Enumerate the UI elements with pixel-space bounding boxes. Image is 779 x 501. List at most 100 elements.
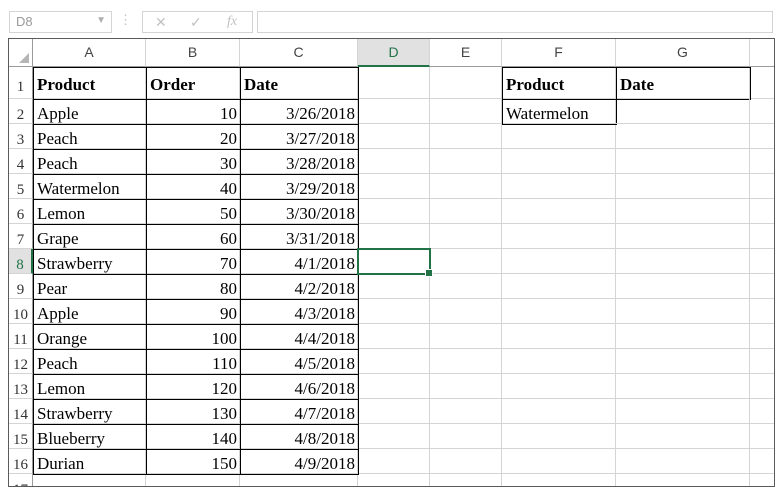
grid-cell[interactable] [358, 324, 430, 349]
grid-cell[interactable] [430, 174, 502, 199]
column-header-g[interactable]: G [616, 39, 750, 67]
enter-icon[interactable]: ✓ [190, 14, 202, 31]
grid-cell[interactable] [750, 474, 774, 486]
grid-cell[interactable] [240, 474, 358, 486]
grid-cell[interactable] [358, 224, 430, 249]
grid-cell[interactable] [33, 474, 146, 486]
grid-cell[interactable] [750, 324, 774, 349]
date-cell[interactable]: 4/2/2018 [240, 274, 359, 300]
grid-cell[interactable] [750, 149, 774, 174]
grid-cell[interactable] [750, 374, 774, 399]
row-header-14[interactable]: 14 [9, 399, 33, 424]
row-header-6[interactable]: 6 [9, 199, 33, 224]
order-cell[interactable]: 130 [146, 399, 241, 425]
row-header-5[interactable]: 5 [9, 174, 33, 199]
grid-cell[interactable] [358, 199, 430, 224]
product-cell[interactable]: Watermelon [33, 174, 147, 200]
grid-cell[interactable] [358, 99, 430, 124]
grid-cell[interactable] [502, 374, 616, 399]
grid-cell[interactable] [750, 349, 774, 374]
grid-cell[interactable] [502, 224, 616, 249]
cancel-icon[interactable]: ✕ [155, 14, 167, 31]
date-cell[interactable]: 3/29/2018 [240, 174, 359, 200]
lookup-value-cell[interactable]: Watermelon [502, 99, 617, 125]
grid-cell[interactable] [502, 449, 616, 474]
grid-cell[interactable] [616, 349, 750, 374]
grid-cell[interactable] [430, 349, 502, 374]
column-header-d[interactable]: D [358, 39, 430, 67]
order-cell[interactable]: 120 [146, 374, 241, 400]
row-header-17[interactable]: 17 [9, 474, 33, 486]
date-cell[interactable]: 4/7/2018 [240, 399, 359, 425]
grid-cell[interactable] [430, 449, 502, 474]
grid-cell[interactable] [502, 299, 616, 324]
order-cell[interactable]: 150 [146, 449, 241, 475]
date-cell[interactable]: 4/1/2018 [240, 249, 359, 275]
grid-cell[interactable] [616, 449, 750, 474]
grid-cell[interactable] [430, 99, 502, 124]
lookup-header-product[interactable]: Product [502, 67, 617, 100]
select-all-corner[interactable] [9, 39, 33, 67]
grid-cell[interactable] [750, 299, 774, 324]
column-header-a[interactable]: A [33, 39, 146, 67]
grid-cell[interactable] [502, 324, 616, 349]
grid-cell[interactable] [616, 299, 750, 324]
product-cell[interactable]: Lemon [33, 199, 147, 225]
active-cell-d8[interactable] [357, 248, 433, 277]
grid-cell[interactable] [430, 249, 502, 274]
grid-cell[interactable] [430, 374, 502, 399]
grid-cell[interactable] [358, 299, 430, 324]
product-cell[interactable]: Peach [33, 149, 147, 175]
grid-cell[interactable] [750, 424, 774, 449]
product-cell[interactable]: Orange [33, 324, 147, 350]
row-header-11[interactable]: 11 [9, 324, 33, 349]
date-cell[interactable]: 3/28/2018 [240, 149, 359, 175]
product-cell[interactable]: Apple [33, 299, 147, 325]
table-header-product[interactable]: Product [33, 67, 147, 100]
order-cell[interactable]: 10 [146, 99, 241, 125]
order-cell[interactable]: 30 [146, 149, 241, 175]
grid-cell[interactable] [616, 174, 750, 199]
grid-cell[interactable] [502, 399, 616, 424]
product-cell[interactable]: Blueberry [33, 424, 147, 450]
product-cell[interactable]: Strawberry [33, 249, 147, 275]
name-box[interactable]: D8 ▼ [9, 11, 112, 33]
lookup-result-cell[interactable] [616, 99, 750, 124]
grid-cell[interactable] [430, 399, 502, 424]
grid-cell[interactable] [616, 324, 750, 349]
order-cell[interactable]: 90 [146, 299, 241, 325]
grid-cell[interactable] [616, 199, 750, 224]
grid-cell[interactable] [750, 249, 774, 274]
grid-cell[interactable] [750, 399, 774, 424]
grid-cell[interactable] [616, 274, 750, 299]
product-cell[interactable]: Apple [33, 99, 147, 125]
row-header-2[interactable]: 2 [9, 99, 33, 124]
date-cell[interactable]: 4/6/2018 [240, 374, 359, 400]
row-header-9[interactable]: 9 [9, 274, 33, 299]
row-header-1[interactable]: 1 [9, 67, 33, 99]
grid-cell[interactable] [616, 474, 750, 486]
date-cell[interactable]: 3/31/2018 [240, 224, 359, 250]
order-cell[interactable]: 110 [146, 349, 241, 375]
grid-cell[interactable] [430, 474, 502, 486]
grid-cell[interactable] [502, 274, 616, 299]
lookup-header-date[interactable]: Date [616, 67, 751, 100]
grid-cell[interactable] [430, 224, 502, 249]
date-cell[interactable]: 4/3/2018 [240, 299, 359, 325]
table-header-date[interactable]: Date [240, 67, 359, 100]
grid-cell[interactable] [430, 67, 502, 99]
date-cell[interactable]: 3/30/2018 [240, 199, 359, 225]
grid-cell[interactable] [616, 149, 750, 174]
grid-cell[interactable] [616, 124, 750, 149]
fx-icon[interactable]: fx [227, 14, 237, 30]
row-header-4[interactable]: 4 [9, 149, 33, 174]
grid-cell[interactable] [502, 474, 616, 486]
grid-cell[interactable] [750, 449, 774, 474]
column-header-c[interactable]: C [240, 39, 358, 67]
table-header-order[interactable]: Order [146, 67, 241, 100]
grid-cell[interactable] [750, 99, 774, 124]
grid-cell[interactable] [430, 199, 502, 224]
chevron-down-icon[interactable]: ▼ [96, 15, 106, 26]
row-header-16[interactable]: 16 [9, 449, 33, 474]
grid-cell[interactable] [358, 399, 430, 424]
